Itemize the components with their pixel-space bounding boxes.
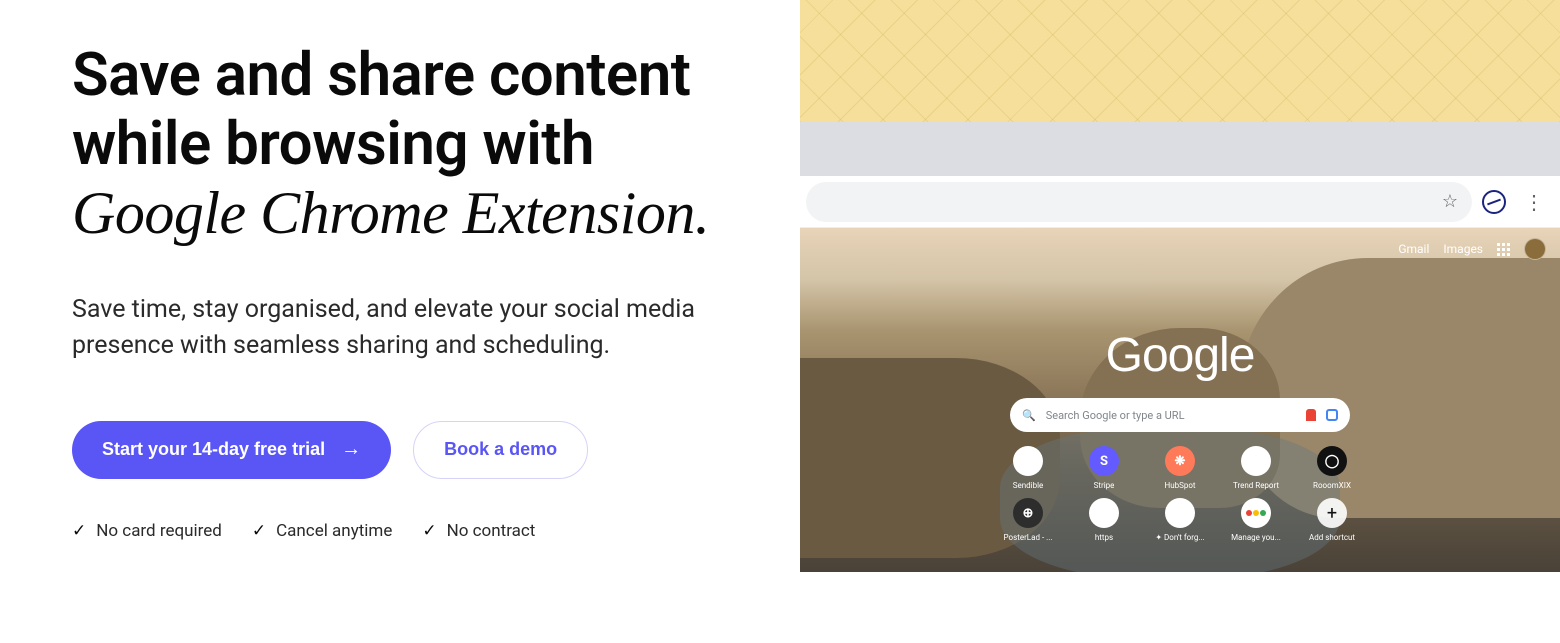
- shortcut-label: PosterLad - ...: [1004, 533, 1053, 542]
- shortcut-trend-report[interactable]: Trend Report: [1226, 446, 1286, 490]
- feature-row: ✓ No card required ✓ Cancel anytime ✓ No…: [72, 521, 800, 541]
- feature-cancel: ✓ Cancel anytime: [252, 521, 393, 541]
- lens-icon[interactable]: [1326, 409, 1338, 421]
- shortcut-icon: ◯: [1317, 446, 1347, 476]
- shortcut-icon: [1241, 446, 1271, 476]
- google-logo: Google: [1106, 328, 1255, 383]
- shortcut-add[interactable]: + Add shortcut: [1302, 498, 1362, 542]
- shortcut-sendible[interactable]: Sendible: [998, 446, 1058, 490]
- browser-mock: ☆ ⋮ Gmail Images Google 🔍 Search Google …: [800, 0, 1560, 643]
- images-link[interactable]: Images: [1443, 242, 1483, 256]
- shortcut-icon: [1089, 498, 1119, 528]
- shortcut-label: ✦ Don't forg...: [1155, 533, 1204, 542]
- shortcut-https[interactable]: https: [1074, 498, 1134, 542]
- sendible-extension-icon[interactable]: [1482, 190, 1506, 214]
- decorative-pattern: [800, 0, 1560, 122]
- shortcut-label: Manage you...: [1231, 533, 1281, 542]
- check-icon: ✓: [72, 521, 86, 541]
- apps-grid-icon[interactable]: [1497, 243, 1510, 256]
- feature-label: No card required: [96, 521, 222, 541]
- shortcut-label: RooomXIX: [1313, 481, 1351, 490]
- shortcut-icon: [1013, 446, 1043, 476]
- kebab-menu-icon[interactable]: ⋮: [1524, 196, 1542, 208]
- book-demo-label: Book a demo: [444, 439, 557, 460]
- ntp-top-links: Gmail Images: [1398, 238, 1546, 260]
- plus-icon: +: [1317, 498, 1347, 528]
- shortcut-label: Add shortcut: [1309, 533, 1355, 542]
- cta-row: Start your 14-day free trial → Book a de…: [72, 421, 800, 479]
- shortcut-posterlad[interactable]: ⊕ PosterLad - ...: [998, 498, 1058, 542]
- feature-label: Cancel anytime: [276, 521, 392, 541]
- search-placeholder: Search Google or type a URL: [1046, 409, 1296, 422]
- shortcut-label: Stripe: [1094, 481, 1115, 490]
- headline-period: .: [695, 180, 710, 246]
- shortcuts-grid: Sendible S Stripe ❋ HubSpot Trend Report…: [998, 446, 1362, 542]
- start-trial-button[interactable]: Start your 14-day free trial →: [72, 421, 391, 479]
- shortcut-stripe[interactable]: S Stripe: [1074, 446, 1134, 490]
- check-icon: ✓: [422, 521, 436, 541]
- book-demo-button[interactable]: Book a demo: [413, 421, 588, 479]
- feature-label: No contract: [447, 521, 536, 541]
- shortcut-manage[interactable]: Manage you...: [1226, 498, 1286, 542]
- shortcut-icon: [1241, 498, 1271, 528]
- search-input[interactable]: 🔍 Search Google or type a URL: [1010, 398, 1350, 432]
- shortcut-dontforget[interactable]: ✦ Don't forg...: [1150, 498, 1210, 542]
- headline-line2: while browsing with: [72, 108, 594, 179]
- shortcut-icon: S: [1089, 446, 1119, 476]
- shortcut-label: Sendible: [1013, 481, 1044, 490]
- hero-subtext: Save time, stay organised, and elevate y…: [72, 292, 792, 365]
- hero-headline: Save and share content while browsing wi…: [72, 40, 800, 248]
- search-icon: 🔍: [1022, 409, 1036, 422]
- url-bar: ☆ ⋮: [800, 176, 1560, 228]
- new-tab-page: Gmail Images Google 🔍 Search Google or t…: [800, 228, 1560, 572]
- avatar[interactable]: [1524, 238, 1546, 260]
- headline-italic: Google Chrome Extension: [72, 180, 695, 246]
- tab-strip: [800, 122, 1560, 176]
- shortcut-icon: ⊕: [1013, 498, 1043, 528]
- shortcut-rooomxix[interactable]: ◯ RooomXIX: [1302, 446, 1362, 490]
- shortcut-icon: ❋: [1165, 446, 1195, 476]
- arrow-right-icon: →: [341, 438, 361, 461]
- shortcut-icon: [1165, 498, 1195, 528]
- star-icon[interactable]: ☆: [1442, 191, 1458, 212]
- shortcut-hubspot[interactable]: ❋ HubSpot: [1150, 446, 1210, 490]
- feature-no-card: ✓ No card required: [72, 521, 222, 541]
- check-icon: ✓: [252, 521, 266, 541]
- omnibox[interactable]: ☆: [806, 182, 1472, 222]
- start-trial-label: Start your 14-day free trial: [102, 439, 325, 460]
- feature-no-contract: ✓ No contract: [422, 521, 535, 541]
- headline-line1: Save and share content: [72, 39, 690, 110]
- gmail-link[interactable]: Gmail: [1398, 242, 1429, 256]
- shortcut-label: HubSpot: [1164, 481, 1195, 490]
- shortcut-label: https: [1095, 533, 1113, 542]
- mic-icon[interactable]: [1306, 409, 1316, 421]
- shortcut-label: Trend Report: [1233, 481, 1279, 490]
